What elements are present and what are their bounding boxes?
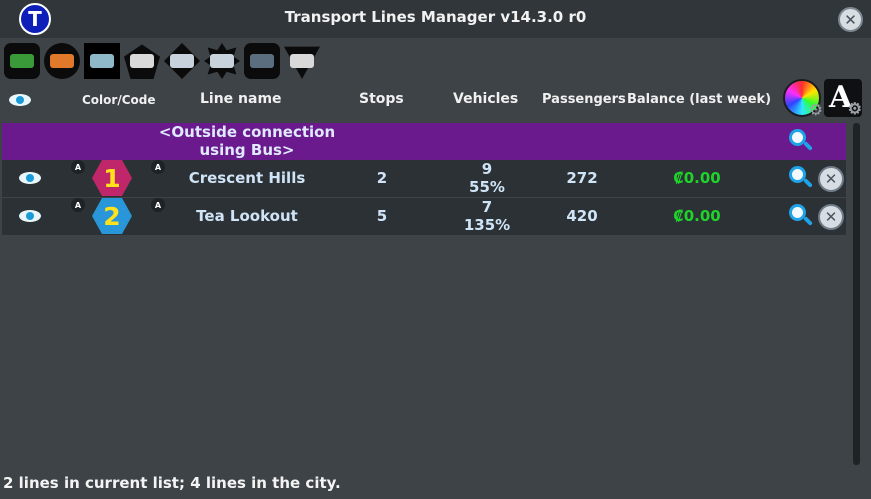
tab-airplane[interactable] [122, 41, 162, 81]
tab-cruise[interactable] [202, 41, 242, 81]
line-code-badge[interactable]: 1 [92, 160, 132, 196]
tram-icon [90, 54, 114, 68]
search-icon[interactable] [789, 166, 813, 190]
ferry-icon [250, 54, 274, 68]
gear-icon: ⚙ [847, 99, 862, 118]
window-title: Transport Lines Manager v14.3.0 r0 [284, 8, 587, 26]
line-vehicles: 7 135% [463, 198, 511, 234]
visibility-toggle-icon[interactable] [19, 172, 41, 184]
line-balance: ₡0.00 [673, 207, 721, 225]
header-color-code[interactable]: Color/Code [82, 93, 156, 107]
search-icon[interactable] [789, 129, 813, 153]
tab-bus[interactable] [2, 41, 42, 81]
line-name[interactable]: Tea Lookout [162, 207, 332, 225]
cruise-icon [210, 54, 234, 68]
header-stops[interactable]: Stops [359, 91, 404, 107]
trolleybus-icon [50, 54, 74, 68]
line-code-badge[interactable]: 2 [92, 198, 132, 234]
bus-icon [10, 54, 34, 68]
outside-connection-label: <Outside connection using Bus> [158, 123, 336, 159]
airplane-icon [130, 54, 154, 68]
font-settings-button[interactable]: A ⚙ [824, 79, 862, 117]
line-passengers: 420 [566, 207, 598, 225]
line-code: 1 [103, 163, 121, 193]
tab-ship[interactable] [162, 41, 202, 81]
line-stops: 5 [376, 207, 388, 225]
color-settings-button[interactable]: ⚙ [783, 79, 823, 119]
tab-trolleybus[interactable] [42, 41, 82, 81]
close-icon: ✕ [824, 170, 838, 188]
line-vehicles: 9 55% [469, 160, 505, 196]
ship-icon [170, 54, 194, 68]
search-icon[interactable] [789, 204, 813, 228]
title-bar: T Transport Lines Manager v14.3.0 r0 ✕ [0, 0, 871, 38]
status-text: 2 lines in current list; 4 lines in the … [3, 474, 341, 492]
line-code: 2 [103, 201, 121, 231]
delete-line-button[interactable]: ✕ [818, 166, 844, 192]
line-badge-left: A [71, 160, 85, 174]
tab-tram[interactable] [82, 41, 122, 81]
visibility-toggle-icon[interactable] [19, 210, 41, 222]
line-row[interactable]: A 2 A Tea Lookout 5 7 135% 420 ₡0.00 ✕ [2, 198, 846, 235]
line-row[interactable]: A 1 A Crescent Hills 2 9 55% 272 ₡0.00 ✕ [2, 160, 846, 197]
line-balance: ₡0.00 [673, 169, 721, 187]
close-icon: ✕ [824, 208, 838, 226]
line-stops: 2 [376, 169, 388, 187]
gear-icon: ⚙ [808, 100, 823, 119]
toggle-all-visibility-icon[interactable] [9, 94, 31, 106]
scrollbar[interactable] [853, 123, 860, 465]
blimp-icon [290, 54, 314, 68]
line-passengers: 272 [566, 169, 598, 187]
close-window-button[interactable]: ✕ [838, 7, 863, 32]
transport-type-tabs [2, 41, 322, 83]
delete-line-button[interactable]: ✕ [818, 204, 844, 230]
header-vehicles[interactable]: Vehicles [453, 91, 518, 107]
tab-ferry[interactable] [242, 41, 282, 81]
header-passengers[interactable]: Passengers [542, 92, 626, 107]
outside-connection-row[interactable]: <Outside connection using Bus> [2, 123, 846, 160]
header-line-name[interactable]: Line name [200, 91, 282, 107]
line-badge-left: A [71, 198, 85, 212]
line-name[interactable]: Crescent Hills [162, 169, 332, 187]
tab-blimp[interactable] [282, 41, 322, 81]
header-balance[interactable]: Balance (last week) [627, 92, 771, 107]
